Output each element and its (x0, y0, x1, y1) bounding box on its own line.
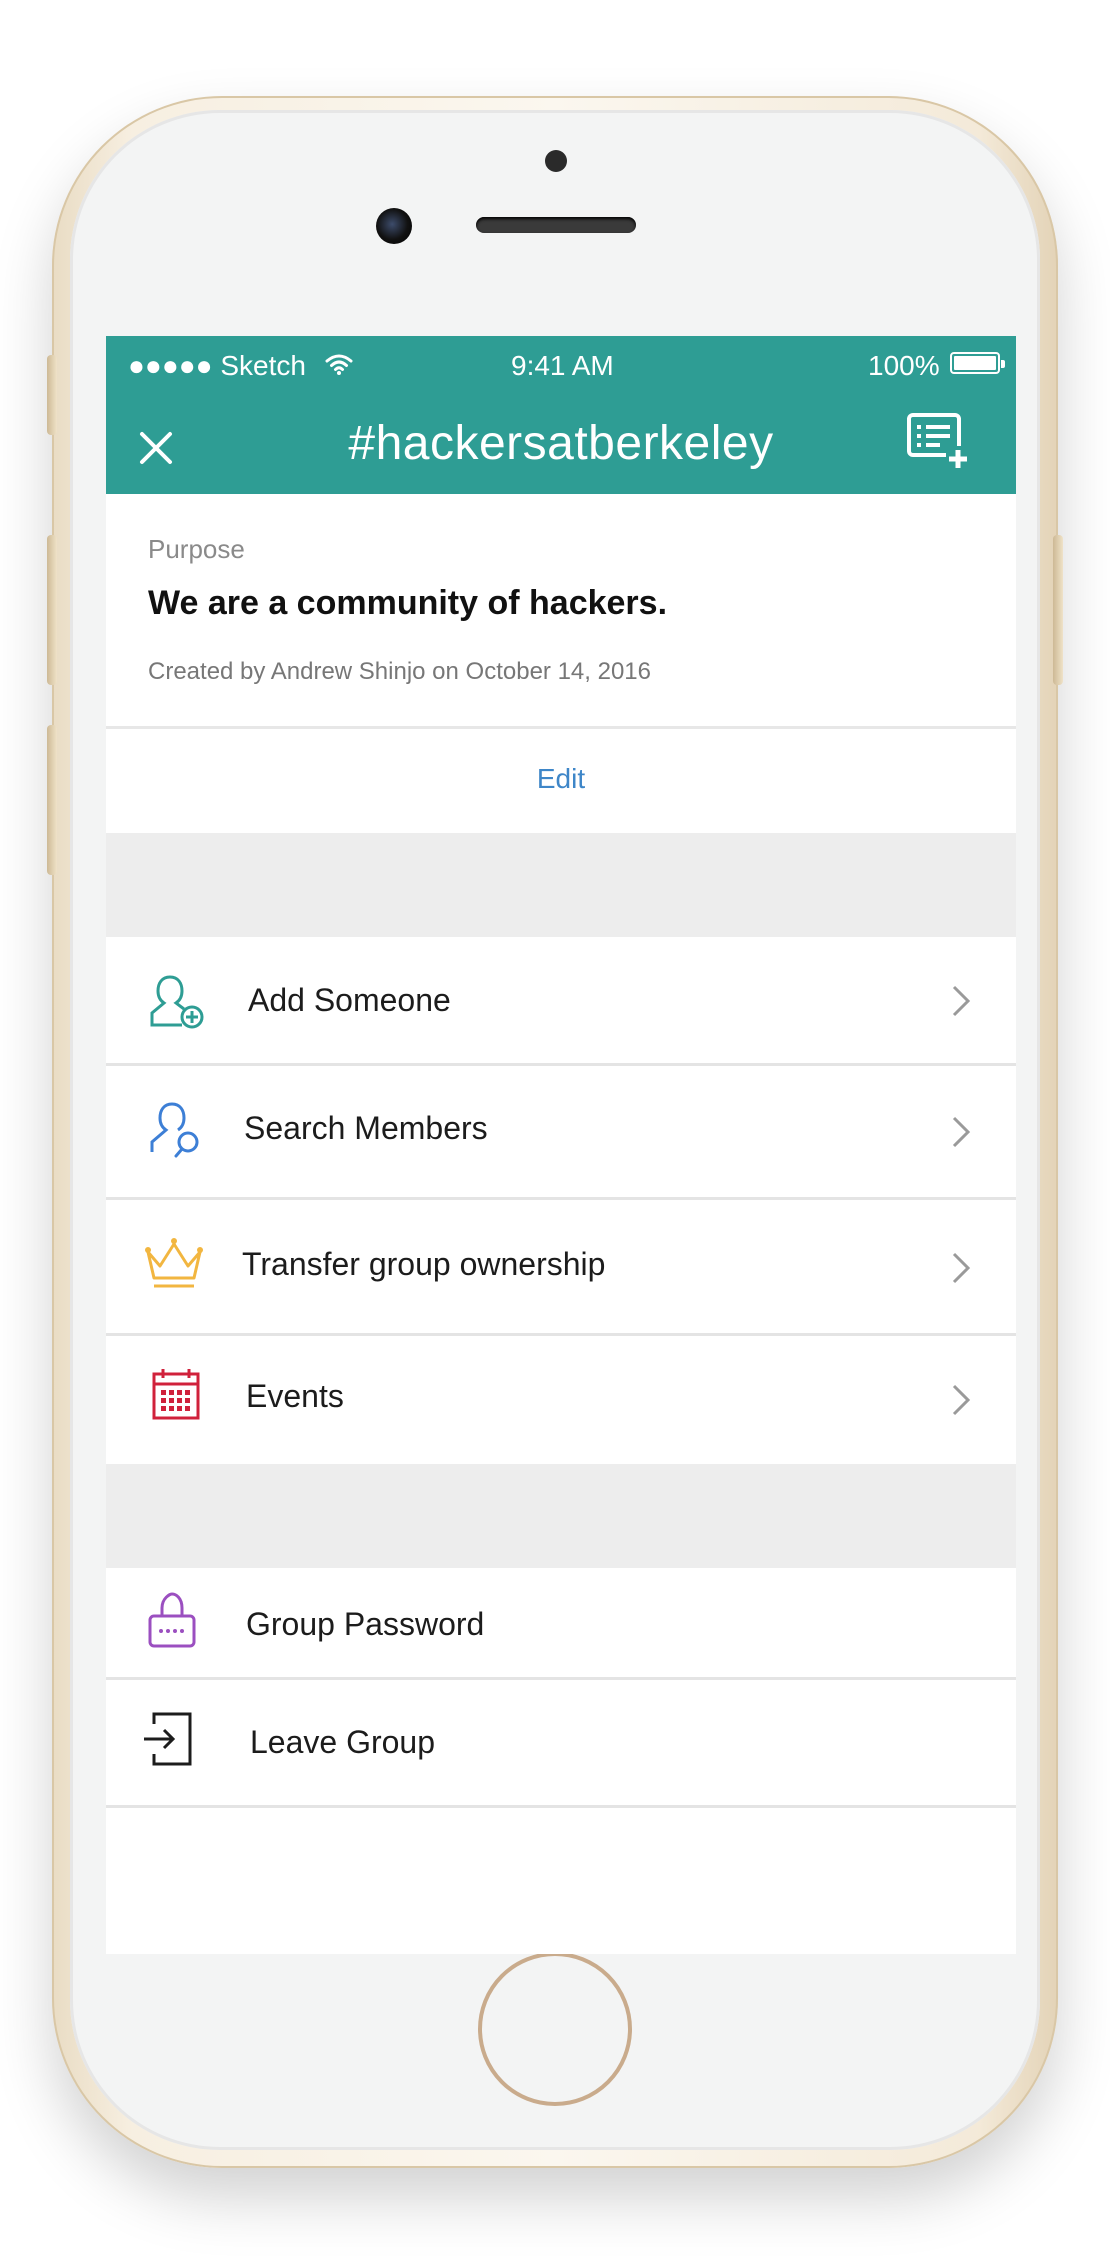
leave-group-row[interactable]: Leave Group (106, 1680, 1016, 1808)
events-row[interactable]: Events (106, 1336, 1016, 1464)
home-button[interactable] (478, 1952, 632, 2106)
add-person-icon (150, 975, 204, 1029)
chevron-right-icon (952, 1252, 971, 1284)
proximity-sensor (545, 150, 567, 172)
edit-row[interactable]: Edit (106, 729, 1016, 833)
battery-icon (950, 352, 1005, 374)
add-someone-row[interactable]: Add Someone (106, 937, 1016, 1066)
wifi-icon (325, 354, 353, 375)
earpiece-speaker (476, 217, 636, 233)
mute-switch (47, 355, 57, 435)
power-button (1053, 535, 1063, 685)
events-label: Events (246, 1378, 344, 1414)
transfer-ownership-label: Transfer group ownership (242, 1246, 606, 1282)
edit-link[interactable]: Edit (106, 763, 1016, 795)
chevron-right-icon (952, 985, 971, 1017)
chevron-right-icon (952, 1116, 971, 1148)
status-carrier: ●●●●● Sketch (128, 350, 306, 381)
add-someone-label: Add Someone (248, 982, 451, 1018)
purpose-text: We are a community of hackers. (148, 584, 668, 622)
volume-up-button (47, 535, 57, 685)
close-icon[interactable] (128, 420, 184, 476)
front-camera (376, 208, 412, 244)
new-list-icon[interactable] (906, 412, 972, 472)
crown-icon (145, 1238, 203, 1288)
purpose-section: Purpose We are a community of hackers. C… (106, 494, 1016, 729)
app-screen: ●●●●● Sketch 9:41 AM 100% #hackersatberk… (106, 336, 1016, 1954)
chevron-right-icon (952, 1384, 971, 1416)
navigation-bar: ●●●●● Sketch 9:41 AM 100% #hackersatberk… (106, 336, 1016, 494)
purpose-label: Purpose (148, 534, 245, 564)
group-password-row[interactable]: Group Password (106, 1568, 1016, 1680)
calendar-icon (152, 1369, 200, 1420)
lock-icon (148, 1592, 196, 1648)
search-members-row[interactable]: Search Members (106, 1066, 1016, 1200)
status-time: 9:41 AM (511, 350, 614, 381)
created-by-text: Created by Andrew Shinjo on October 14, … (148, 658, 651, 685)
leave-group-label: Leave Group (250, 1724, 436, 1760)
section-divider (106, 1464, 1016, 1568)
section-divider (106, 833, 1016, 937)
search-members-label: Search Members (244, 1110, 488, 1146)
transfer-ownership-row[interactable]: Transfer group ownership (106, 1200, 1016, 1336)
page-title: #hackersatberkeley (348, 417, 774, 470)
search-person-icon (150, 1102, 199, 1158)
volume-down-button (47, 725, 57, 875)
group-password-label: Group Password (246, 1606, 485, 1642)
exit-icon (144, 1712, 192, 1766)
battery-percentage: 100% (868, 350, 940, 381)
